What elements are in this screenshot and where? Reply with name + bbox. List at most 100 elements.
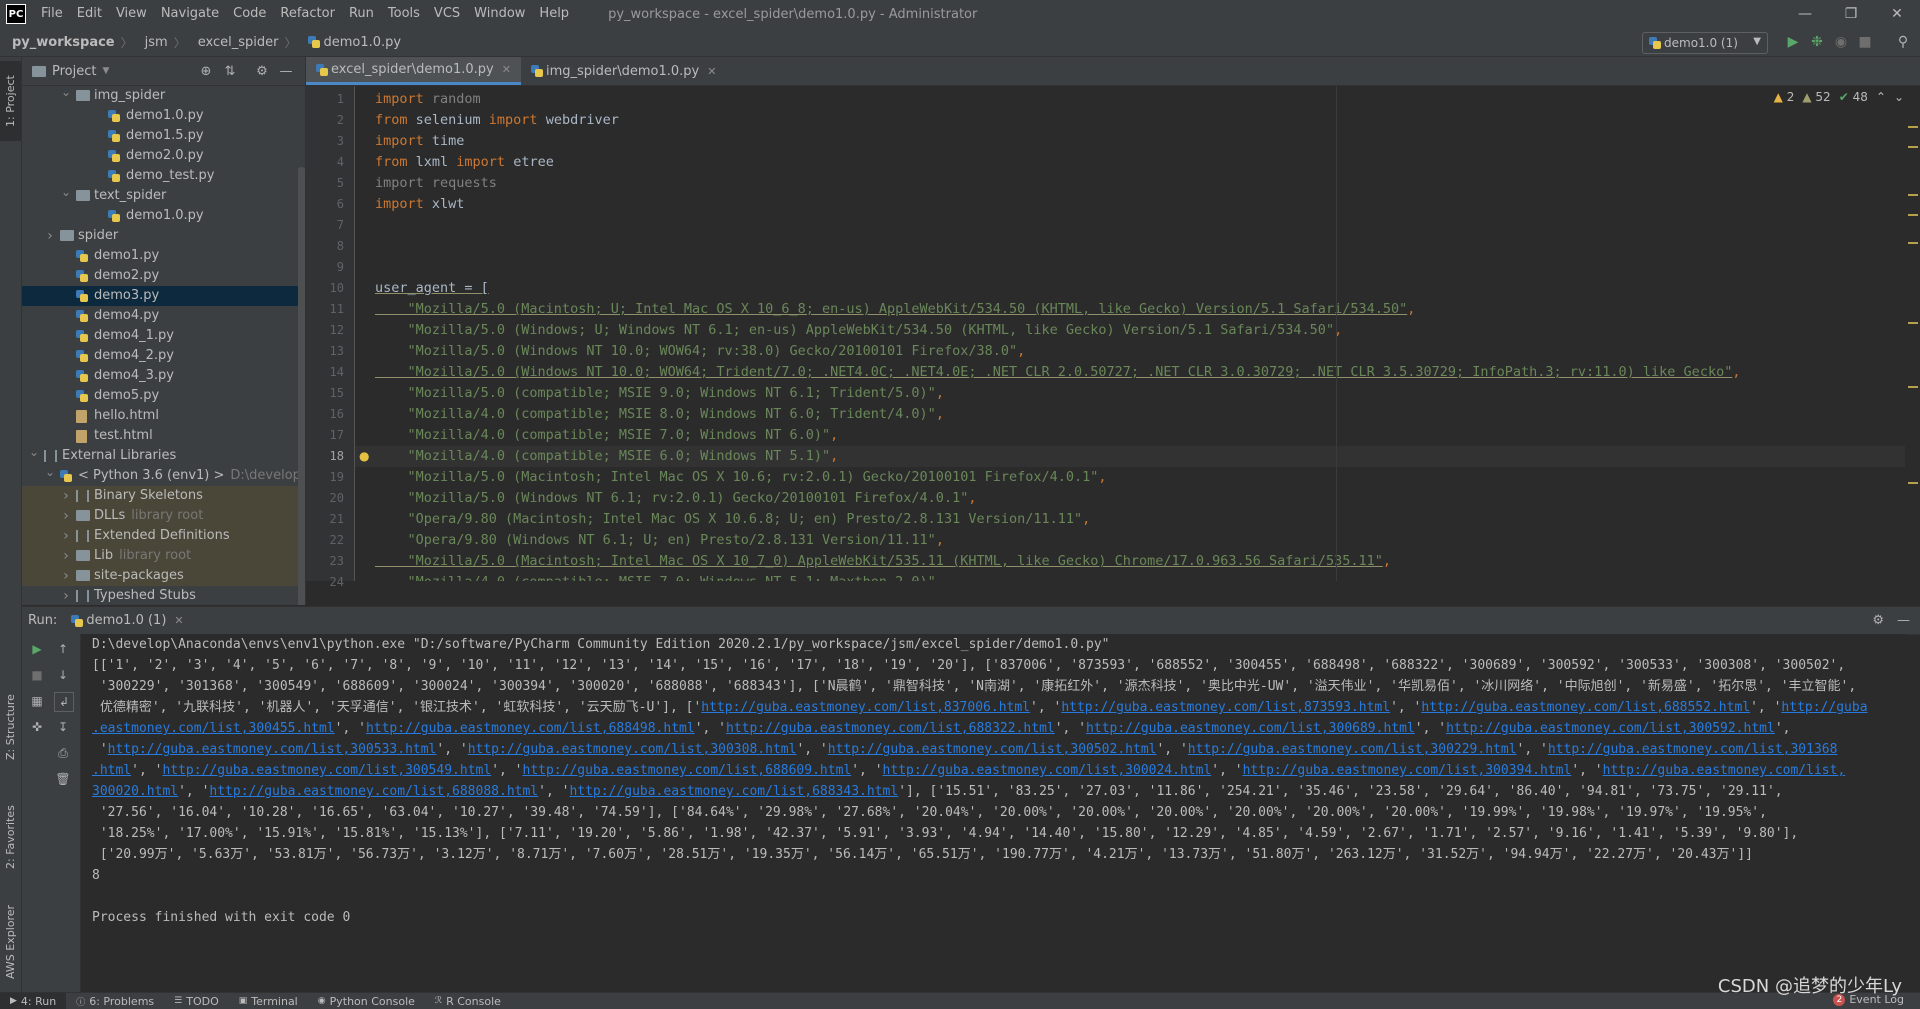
tree-item[interactable]: demo4.py <box>22 306 305 326</box>
menu-window[interactable]: Window <box>467 0 532 28</box>
console-link[interactable]: http://guba.eastmoney.com/list,301368 <box>1548 742 1838 757</box>
warning-marker[interactable] <box>1908 386 1918 388</box>
tab-structure[interactable]: Z: Structure <box>0 677 21 777</box>
chevron-right-icon[interactable]: › <box>60 566 72 586</box>
search-icon[interactable]: ⚲ <box>1894 33 1912 51</box>
console-link[interactable]: http://guba.eastmoney.com/list,300533.ht… <box>108 742 437 757</box>
restore-icon[interactable]: ❐ <box>1828 0 1874 28</box>
code-editor[interactable]: import random from selenium import webdri… <box>355 86 1905 581</box>
console-link[interactable]: http://guba.eastmoney.com/list,688088.ht… <box>209 784 538 799</box>
tree-item[interactable]: ⌄ text_spider <box>22 185 305 206</box>
event-log-button[interactable]: 2 Event Log <box>1833 993 1904 1006</box>
tree-item[interactable]: › site-packages <box>22 566 305 586</box>
chevron-right-icon[interactable]: › <box>60 586 72 605</box>
menu-run[interactable]: Run <box>342 0 381 28</box>
tree-item[interactable]: › Typeshed Stubs <box>22 586 305 605</box>
menu-vcs[interactable]: VCS <box>427 0 467 28</box>
collapse-all-icon[interactable]: ⇅ <box>222 63 238 79</box>
tree-item[interactable]: demo1.0.py <box>22 106 305 126</box>
console-link[interactable]: http://guba.eastmoney.com/list,688498.ht… <box>366 721 695 736</box>
tree-item[interactable]: demo4_3.py <box>22 366 305 386</box>
warning-marker[interactable] <box>1908 242 1918 244</box>
debug-icon[interactable]: ❉ <box>1808 33 1826 51</box>
warning-marker[interactable] <box>1908 194 1918 196</box>
chevron-down-icon[interactable]: ▼ <box>102 66 109 76</box>
rerun-icon[interactable]: ▶ <box>28 640 46 658</box>
warning-marker[interactable] <box>1908 482 1918 484</box>
chevron-right-icon[interactable]: › <box>60 486 72 506</box>
bottom-tab[interactable]: ◉ Python Console <box>308 995 425 1008</box>
chevron-down-icon[interactable]: ⌄ <box>28 442 40 462</box>
tree-item[interactable]: demo1.5.py <box>22 126 305 146</box>
hide-icon[interactable]: — <box>278 63 294 79</box>
tree-item[interactable]: ⌄ < Python 3.6 (env1) > D:\develop\Ana <box>22 465 305 486</box>
console-link[interactable]: http://guba.eastmoney.com/list,688322.ht… <box>726 721 1055 736</box>
tree-item[interactable]: demo4_1.py <box>22 326 305 346</box>
hide-icon[interactable]: — <box>1897 613 1910 628</box>
warning-marker[interactable] <box>1908 214 1918 216</box>
run-icon[interactable]: ▶ <box>1784 33 1802 51</box>
tree-item[interactable]: demo1.0.py <box>22 206 305 226</box>
tree-item[interactable]: › Extended Definitions <box>22 526 305 546</box>
menu-view[interactable]: View <box>109 0 154 28</box>
console-link[interactable]: http://guba.eastmoney.com/list,300394.ht… <box>1243 763 1572 778</box>
minimize-icon[interactable]: — <box>1782 0 1828 28</box>
console-link[interactable]: http://guba.eastmoney.com/list,300308.ht… <box>468 742 797 757</box>
bottom-tab[interactable]: ▶ 4: Run <box>0 993 67 1009</box>
tree-scrollbar[interactable] <box>298 167 305 605</box>
menu-edit[interactable]: Edit <box>70 0 109 28</box>
chevron-down-icon[interactable]: ⌄ <box>1894 90 1904 104</box>
inspection-widget[interactable]: ▲ 2 ▲ 52 ✔ 48 ⌃ ⌄ <box>1774 90 1904 104</box>
chevron-down-icon[interactable]: ⌄ <box>60 182 72 202</box>
bottom-tab[interactable]: ☰ TODO <box>164 995 229 1008</box>
breadcrumb-file[interactable]: demo1.0.py <box>296 35 401 50</box>
tree-item[interactable]: demo1.py <box>22 246 305 266</box>
bottom-tab[interactable]: ▣ Terminal <box>229 995 308 1008</box>
console-link[interactable]: .eastmoney.com/list,300455.html <box>92 721 335 736</box>
tree-item[interactable]: › spider <box>22 226 305 246</box>
coverage-icon[interactable]: ◉ <box>1832 33 1850 51</box>
pin-icon[interactable]: ✜ <box>28 718 46 736</box>
menu-file[interactable]: File <box>34 0 70 28</box>
up-arrow-icon[interactable]: ↑ <box>54 640 72 658</box>
menu-help[interactable]: Help <box>532 0 576 28</box>
chevron-down-icon[interactable]: ⌄ <box>44 462 56 482</box>
console-link[interactable]: http://guba.eastmoney.com/list,837006.ht… <box>701 700 1030 715</box>
stop-icon[interactable]: ■ <box>28 666 46 684</box>
tree-item[interactable]: ⌄ External Libraries <box>22 445 305 466</box>
bottom-tab[interactable]: ⓘ 6: Problems <box>66 995 164 1008</box>
console-link[interactable]: http://guba.eastmoney.com/list,300502.ht… <box>828 742 1157 757</box>
console-link[interactable]: http://guba.eastmoney.com/list,688609.ht… <box>523 763 852 778</box>
chevron-up-icon[interactable]: ⌃ <box>1876 90 1886 104</box>
soft-wrap-icon[interactable]: ↲ <box>54 692 74 712</box>
tree-item[interactable]: demo4_2.py <box>22 346 305 366</box>
gear-icon[interactable]: ⚙ <box>254 63 270 79</box>
tree-item[interactable]: hello.html <box>22 406 305 426</box>
tree-item[interactable]: demo5.py <box>22 386 305 406</box>
tree-item[interactable]: test.html <box>22 426 305 446</box>
tree-item[interactable]: › Lib library root <box>22 546 305 566</box>
console-link[interactable]: http://guba.eastmoney.com/list,300689.ht… <box>1086 721 1415 736</box>
console-link[interactable]: .html <box>92 763 131 778</box>
console-link[interactable]: http://guba.eastmoney.com/list,300024.ht… <box>883 763 1212 778</box>
tree-item[interactable]: ⌄ img_spider <box>22 85 305 106</box>
warning-marker[interactable] <box>1908 322 1918 324</box>
console-link[interactable]: http://guba.eastmoney.com/list,300592.ht… <box>1446 721 1775 736</box>
warning-marker[interactable] <box>1908 146 1918 148</box>
chevron-right-icon[interactable]: › <box>60 526 72 546</box>
tree-item[interactable]: › Binary Skeletons <box>22 486 305 506</box>
stop-icon[interactable]: ■ <box>1856 33 1874 51</box>
chevron-down-icon[interactable]: ⌄ <box>60 82 72 102</box>
breadcrumb-jsm[interactable]: jsm <box>133 35 168 50</box>
locate-icon[interactable]: ⊕ <box>198 63 214 79</box>
editor-tab[interactable]: excel_spider\demo1.0.py ✕ <box>306 57 521 85</box>
console-link[interactable]: http://guba <box>1781 700 1867 715</box>
menu-refactor[interactable]: Refactor <box>273 0 342 28</box>
menu-code[interactable]: Code <box>226 0 273 28</box>
breadcrumb-project[interactable]: py_workspace <box>0 35 115 50</box>
run-tab[interactable]: demo1.0 (1) ✕ <box>71 613 184 628</box>
print-icon[interactable]: ⎙ <box>54 744 72 762</box>
tree-item[interactable]: demo3.py <box>22 286 305 306</box>
console-link[interactable]: http://guba.eastmoney.com/list,300229.ht… <box>1188 742 1517 757</box>
editor-scrollbar[interactable] <box>1906 86 1920 581</box>
